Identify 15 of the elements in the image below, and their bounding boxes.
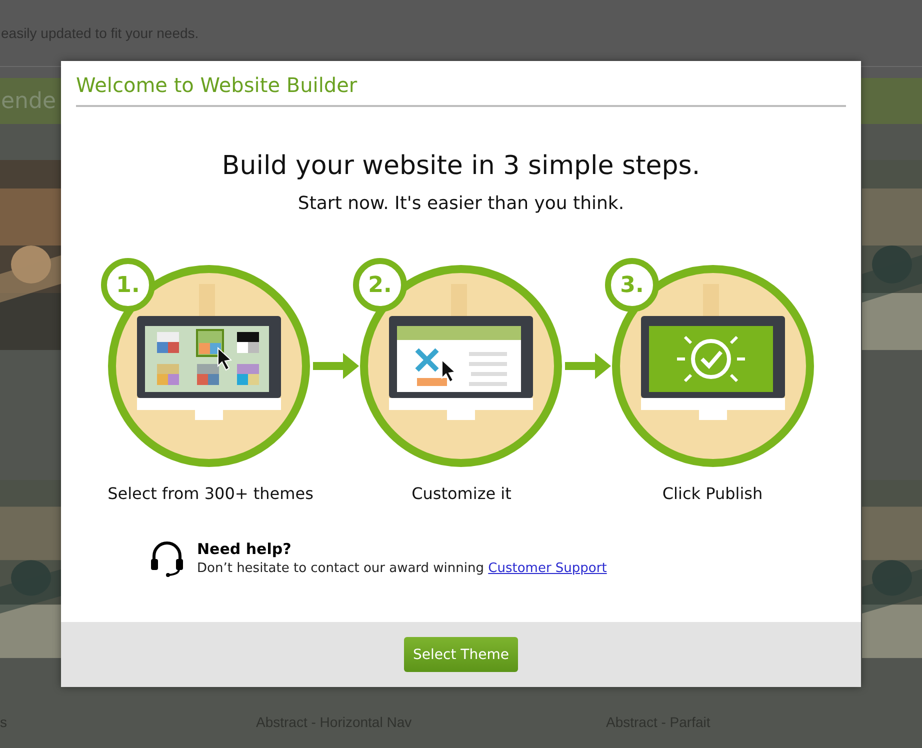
arrow-icon	[565, 351, 611, 381]
headset-icon	[149, 539, 185, 577]
dialog-heading: Build your website in 3 simple steps.	[222, 151, 700, 181]
step-number: 1.	[101, 258, 155, 312]
help-title: Need help?	[197, 540, 292, 558]
step-caption: Select from 300+ themes	[106, 484, 314, 503]
step-caption: Customize it	[410, 484, 512, 503]
dialog-title: Welcome to Website Builder	[76, 73, 358, 97]
step-caption: Click Publish	[661, 484, 764, 503]
help-text: Don’t hesitate to contact our award winning Customer Support	[197, 561, 607, 576]
step-number: 3.	[605, 258, 659, 312]
step-number: 2.	[353, 258, 407, 312]
dialog-subheading: Start now. It's easier than you think.	[298, 193, 624, 214]
arrow-icon	[313, 351, 359, 381]
customer-support-link[interactable]: Customer Support	[488, 561, 607, 576]
